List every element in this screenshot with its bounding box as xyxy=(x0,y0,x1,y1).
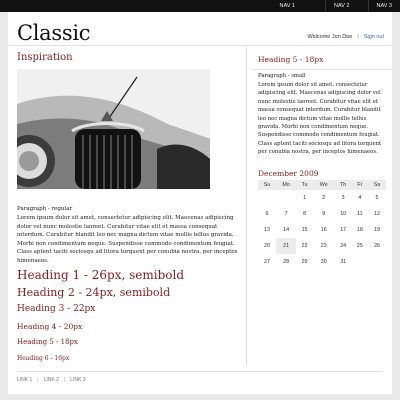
top-navigation-bar: NAV 1 NAV 2 NAV 3 xyxy=(0,0,400,12)
calendar-day[interactable]: 19 xyxy=(368,222,386,238)
sidebar-heading: Heading 5 - 18px xyxy=(258,55,324,64)
calendar-day[interactable] xyxy=(276,190,296,206)
heading-6-sample: Heading 6 - 16px xyxy=(17,355,70,362)
footer-separator: | xyxy=(63,377,66,383)
heading-2-sample: Heading 2 - 24px, semibold xyxy=(17,286,171,299)
sidebar-divider xyxy=(253,69,392,70)
calendar-day[interactable]: 16 xyxy=(313,222,335,238)
calendar-day[interactable]: 13 xyxy=(258,222,276,238)
calendar-week-row: 6 7 8 9 10 11 12 xyxy=(258,206,386,222)
top-nav: NAV 1 NAV 2 NAV 3 xyxy=(272,0,400,12)
small-paragraph-label: Paragraph - small xyxy=(258,73,306,79)
heading-1-sample: Heading 1 - 26px, semibold xyxy=(17,268,185,282)
calendar-day-today[interactable]: 21 xyxy=(275,238,297,254)
weekday-header: We xyxy=(312,180,335,190)
weekday-header: Su xyxy=(258,180,276,190)
page-container: Classic Welcome Jon Doe | Sign out Inspi… xyxy=(8,12,392,394)
calendar-day[interactable]: 28 xyxy=(276,254,296,270)
calendar-day[interactable]: 20 xyxy=(258,238,276,254)
calendar-day[interactable]: 11 xyxy=(352,206,368,222)
calendar-day[interactable]: 2 xyxy=(313,190,335,206)
small-paragraph-text: Lorem ipsum dolor sit amet, consectetur … xyxy=(258,82,382,156)
header-divider xyxy=(8,45,392,46)
calendar-day[interactable]: 29 xyxy=(296,254,313,270)
calendar-day[interactable]: 3 xyxy=(335,190,352,206)
calendar-day[interactable] xyxy=(258,190,276,206)
footer-divider xyxy=(17,371,383,372)
section-title: Inspiration xyxy=(17,52,73,63)
calendar-day[interactable]: 5 xyxy=(368,190,386,206)
main-content: Inspiration xyxy=(17,52,239,63)
footer-separator: | xyxy=(37,377,39,383)
calendar-day[interactable]: 31 xyxy=(335,254,352,270)
calendar-day[interactable]: 9 xyxy=(313,206,335,222)
calendar-day[interactable]: 7 xyxy=(276,206,296,222)
calendar-day[interactable]: 15 xyxy=(296,222,313,238)
paragraph-text: Lorem ipsum dolor sit amet, consectetur … xyxy=(17,215,238,264)
footer-link-1[interactable]: LINK 1 xyxy=(17,377,32,383)
weekday-header: Fr xyxy=(351,180,369,190)
calendar-day[interactable]: 30 xyxy=(313,254,335,270)
welcome-text: Welcome Jon Doe xyxy=(307,34,353,40)
sign-out-link[interactable]: Sign out xyxy=(364,34,384,40)
calendar-title: December 2009 xyxy=(258,169,319,178)
footer-links: LINK 1 | LINK 2 | LINK 3 xyxy=(17,377,86,383)
calendar-week-row: 1 2 3 4 5 xyxy=(258,190,386,206)
heading-4-sample: Heading 4 - 20px xyxy=(17,322,83,331)
calendar: Su Mo Tu We Th Fr Sa 1 2 3 4 5 6 7 8 9 1… xyxy=(258,180,386,270)
calendar-week-row: 20 21 22 23 24 25 26 xyxy=(258,238,386,254)
calendar-day[interactable]: 27 xyxy=(258,254,276,270)
nav-link-1[interactable]: NAV 1 xyxy=(272,0,304,12)
weekday-header: Mo xyxy=(275,180,297,190)
nav-link-2[interactable]: NAV 2 xyxy=(325,0,358,12)
calendar-day[interactable]: 8 xyxy=(296,206,313,222)
calendar-day[interactable]: 22 xyxy=(296,238,313,254)
calendar-day[interactable]: 23 xyxy=(313,238,335,254)
calendar-day[interactable]: 18 xyxy=(352,222,368,238)
separator: | xyxy=(357,34,359,40)
calendar-day[interactable]: 12 xyxy=(368,206,386,222)
vintage-car-image xyxy=(17,69,210,189)
calendar-body: 1 2 3 4 5 6 7 8 9 10 11 12 13 14 15 16 1… xyxy=(258,190,386,270)
weekday-header: Sa xyxy=(368,180,386,190)
paragraph-label: Paragraph - regular xyxy=(17,206,73,212)
nav-link-3[interactable]: NAV 3 xyxy=(367,0,400,12)
calendar-day[interactable]: 25 xyxy=(352,238,368,254)
calendar-weekday-row: Su Mo Tu We Th Fr Sa xyxy=(258,180,386,190)
calendar-day[interactable]: 17 xyxy=(335,222,352,238)
weekday-header: Th xyxy=(334,180,352,190)
weekday-header: Tu xyxy=(296,180,313,190)
calendar-day[interactable]: 1 xyxy=(296,190,313,206)
calendar-day[interactable]: 24 xyxy=(335,238,352,254)
calendar-day[interactable]: 26 xyxy=(368,238,386,254)
user-bar: Welcome Jon Doe | Sign out xyxy=(308,34,384,40)
footer-link-3[interactable]: LINK 3 xyxy=(70,377,85,383)
calendar-week-row: 27 28 29 30 31 xyxy=(258,254,386,270)
calendar-week-row: 13 14 15 16 17 18 19 xyxy=(258,222,386,238)
calendar-day[interactable]: 10 xyxy=(335,206,352,222)
calendar-day[interactable]: 14 xyxy=(276,222,296,238)
car-image-drawing xyxy=(17,69,210,189)
calendar-day[interactable]: 6 xyxy=(258,206,276,222)
heading-3-sample: Heading 3 - 22px xyxy=(17,304,96,314)
calendar-day[interactable] xyxy=(368,254,386,270)
footer-link-2[interactable]: LINK 2 xyxy=(44,377,59,383)
site-logo[interactable]: Classic xyxy=(17,21,91,45)
calendar-day[interactable]: 4 xyxy=(352,190,368,206)
column-divider xyxy=(246,46,247,366)
calendar-day[interactable] xyxy=(352,254,368,270)
heading-5-sample: Heading 5 - 18px xyxy=(17,338,78,346)
